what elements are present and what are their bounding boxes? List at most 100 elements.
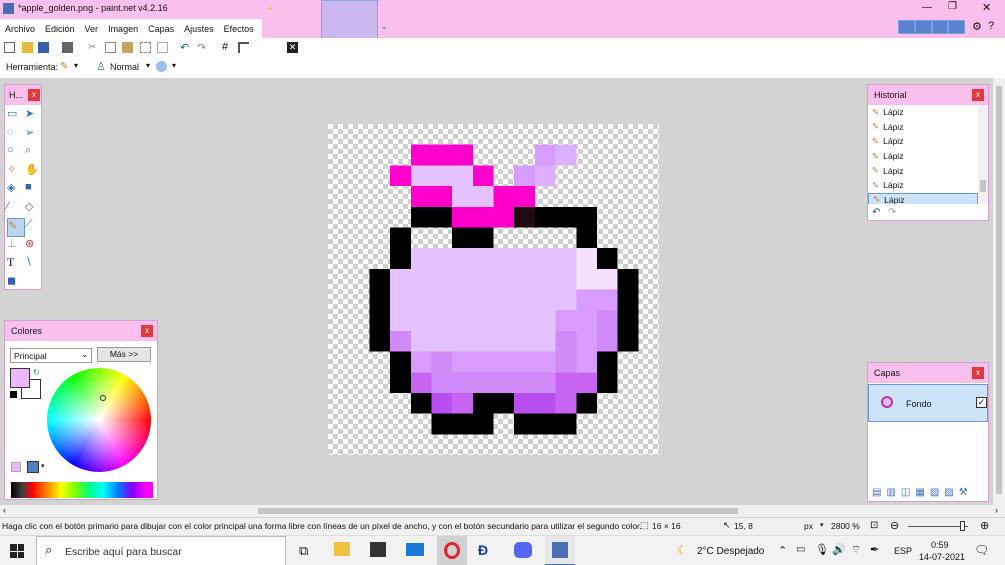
- close-icon[interactable]: x: [28, 89, 40, 101]
- history-item[interactable]: ✎ Lápiz: [868, 178, 978, 193]
- wifi-icon[interactable]: ⌔: [851, 543, 861, 557]
- history-item[interactable]: ✎ Lápiz: [868, 105, 978, 120]
- deselect-icon[interactable]: [157, 42, 168, 53]
- zoom-in-icon[interactable]: ⊕: [980, 519, 989, 532]
- close-image-icon[interactable]: ✕: [287, 42, 298, 53]
- history-toggle-icon[interactable]: [915, 21, 931, 33]
- move-layer-down-icon[interactable]: ▨: [944, 487, 953, 498]
- chevron-down-icon[interactable]: ▾: [74, 61, 78, 70]
- palette-menu-icon[interactable]: [27, 461, 39, 473]
- paintbrush-icon[interactable]: ⁄: [7, 200, 25, 219]
- color-wheel[interactable]: [47, 368, 151, 472]
- layer-visibility-checkbox[interactable]: ✓: [976, 397, 987, 408]
- chevron-down-icon[interactable]: ▾: [41, 462, 45, 470]
- color-palette-strip[interactable]: [11, 482, 153, 498]
- scroll-right-icon[interactable]: ›: [995, 505, 998, 515]
- windows-start-icon[interactable]: [10, 544, 24, 558]
- menu-ajustes[interactable]: Ajustes: [179, 24, 219, 34]
- battery-icon[interactable]: ▭: [796, 544, 805, 555]
- scroll-left-icon[interactable]: ‹: [3, 505, 6, 515]
- paint-bucket-icon[interactable]: ◈: [7, 181, 25, 200]
- history-item[interactable]: ✎ Lápiz: [868, 134, 978, 149]
- layer-row[interactable]: Fondo ✓: [868, 384, 988, 422]
- close-icon[interactable]: x: [141, 325, 153, 337]
- ellipse-select-icon[interactable]: ○: [7, 144, 25, 163]
- close-icon[interactable]: ✕: [982, 1, 991, 14]
- language-indicator[interactable]: ESP: [894, 546, 912, 556]
- shapes-icon[interactable]: ◼: [7, 274, 25, 293]
- blend-mode-select[interactable]: Normal: [110, 62, 139, 72]
- zoom-slider[interactable]: [908, 526, 968, 527]
- vertical-scrollbar[interactable]: [993, 78, 1005, 505]
- more-button[interactable]: Más >>: [97, 347, 151, 362]
- menu-edicion[interactable]: Edición: [40, 24, 80, 34]
- swap-colors-icon[interactable]: ↻: [33, 368, 40, 377]
- menu-archivo[interactable]: Archivo: [0, 24, 40, 34]
- units-select[interactable]: px: [804, 521, 813, 531]
- history-scrollbar-thumb[interactable]: [980, 180, 986, 192]
- help-icon[interactable]: ?: [988, 20, 994, 32]
- rectangle-select-icon[interactable]: ▭: [7, 107, 25, 126]
- notifications-icon[interactable]: 🗨: [974, 543, 989, 557]
- menu-imagen[interactable]: Imagen: [103, 24, 143, 34]
- antialias-icon[interactable]: [156, 61, 167, 72]
- move-selection-icon[interactable]: ➢: [25, 126, 43, 145]
- move-layer-up-icon[interactable]: ▧: [930, 487, 939, 498]
- close-icon[interactable]: x: [972, 367, 984, 379]
- chevron-down-icon[interactable]: ▾: [172, 61, 176, 70]
- history-item-selected[interactable]: ✎ Lápiz: [868, 192, 978, 204]
- volume-icon[interactable]: 🔊: [832, 543, 846, 556]
- undo-icon[interactable]: ↶: [872, 207, 880, 218]
- cut-icon[interactable]: ✂: [88, 42, 99, 53]
- colors-toggle-icon[interactable]: [949, 21, 964, 33]
- maximize-icon[interactable]: ❐: [948, 1, 957, 12]
- color-wheel-cursor[interactable]: [100, 395, 106, 401]
- tools-toggle-icon[interactable]: [899, 21, 914, 33]
- layer-properties-icon[interactable]: ⚒: [959, 487, 968, 498]
- color-picker-icon[interactable]: ⟋: [25, 218, 43, 237]
- history-scrollbar[interactable]: [978, 105, 988, 204]
- window-toggles[interactable]: [898, 20, 965, 34]
- line-curve-icon[interactable]: ∖: [25, 255, 43, 274]
- clone-stamp-icon[interactable]: ⊥: [7, 237, 25, 256]
- gear-icon[interactable]: ⚙: [972, 20, 982, 33]
- horizontal-scrollbar[interactable]: ‹ ›: [0, 505, 1005, 517]
- discord-icon[interactable]: [514, 542, 532, 558]
- minimize-icon[interactable]: —: [922, 2, 932, 13]
- zoom-icon[interactable]: ⌕: [25, 144, 43, 163]
- redo-icon[interactable]: ↷: [888, 207, 896, 218]
- history-item[interactable]: ✎ Lápiz: [868, 149, 978, 164]
- paste-icon[interactable]: [122, 42, 133, 53]
- zoom-fit-icon[interactable]: ⊡: [870, 520, 878, 531]
- delete-layer-icon[interactable]: ▥: [886, 487, 895, 498]
- clock-date[interactable]: 14-07-2021: [919, 552, 965, 562]
- primary-color-swatch[interactable]: [10, 368, 30, 388]
- recolor-icon[interactable]: ⊛: [25, 237, 43, 256]
- open-file-icon[interactable]: [22, 42, 33, 53]
- pencil-tool-icon[interactable]: ✎: [7, 218, 25, 237]
- print-icon[interactable]: [62, 42, 73, 53]
- undo-icon[interactable]: ↶: [180, 41, 191, 54]
- file-explorer-icon[interactable]: [334, 542, 350, 556]
- move-selected-icon[interactable]: ➤: [25, 107, 43, 126]
- pencil-icon[interactable]: ✎: [60, 61, 68, 72]
- menu-capas[interactable]: Capas: [143, 24, 179, 34]
- chevron-up-icon[interactable]: ⌃: [778, 544, 787, 557]
- add-layer-icon[interactable]: ▤: [872, 487, 881, 498]
- text-icon[interactable]: T: [7, 255, 25, 274]
- microphone-icon[interactable]: 🎙: [815, 543, 829, 556]
- redo-icon[interactable]: ↷: [197, 41, 208, 54]
- history-item[interactable]: ✎ Lápiz: [868, 163, 978, 178]
- pan-icon[interactable]: ✋: [25, 163, 43, 182]
- reset-colors-icon[interactable]: [10, 391, 17, 398]
- lasso-select-icon[interactable]: ◌: [7, 126, 25, 145]
- ruler-icon[interactable]: [238, 42, 249, 53]
- grid-icon[interactable]: #: [222, 41, 233, 53]
- copy-icon[interactable]: [105, 42, 116, 53]
- disney-plus-icon[interactable]: Đ: [478, 542, 488, 558]
- duplicate-layer-icon[interactable]: ◫: [901, 487, 910, 498]
- eraser-icon[interactable]: ◇: [25, 200, 43, 219]
- merge-layer-icon[interactable]: ▦: [915, 487, 924, 498]
- chevron-down-icon[interactable]: ▾: [820, 521, 824, 529]
- zoom-slider-thumb[interactable]: [960, 521, 965, 531]
